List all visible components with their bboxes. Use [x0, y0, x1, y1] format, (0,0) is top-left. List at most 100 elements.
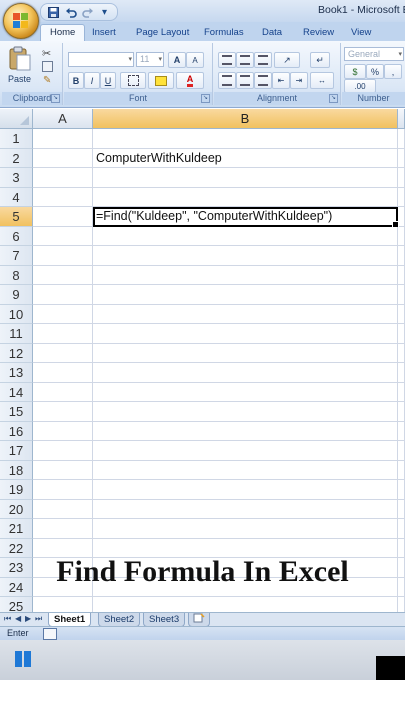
- row-header[interactable]: 7: [0, 246, 33, 266]
- grid-row[interactable]: 4: [0, 187, 405, 207]
- paste-button[interactable]: Paste: [6, 45, 34, 89]
- grid-row[interactable]: 19: [0, 480, 405, 500]
- grid-row[interactable]: 21: [0, 519, 405, 539]
- grid-row[interactable]: 10: [0, 304, 405, 324]
- cell-c15[interactable]: [398, 402, 405, 422]
- cell-c8[interactable]: [398, 265, 405, 285]
- select-all-corner[interactable]: [0, 109, 33, 129]
- cell-a18[interactable]: [33, 460, 93, 480]
- grid-row[interactable]: 8: [0, 265, 405, 285]
- customize-qat-icon[interactable]: ▾: [98, 6, 111, 19]
- italic-button[interactable]: I: [84, 72, 100, 89]
- cell-a19[interactable]: [33, 480, 93, 500]
- cell-c3[interactable]: [398, 168, 405, 188]
- orientation-button[interactable]: ↗: [274, 52, 300, 68]
- sheet-tab-sheet2[interactable]: Sheet2: [98, 613, 141, 627]
- cell-c7[interactable]: [398, 246, 405, 266]
- row-header[interactable]: 10: [0, 304, 33, 324]
- cell-c11[interactable]: [398, 324, 405, 344]
- cell-b11[interactable]: [93, 324, 398, 344]
- row-header[interactable]: 8: [0, 265, 33, 285]
- cell-c17[interactable]: [398, 441, 405, 461]
- tab-view[interactable]: View: [351, 25, 371, 41]
- cell-b8[interactable]: [93, 265, 398, 285]
- cell-c1[interactable]: [398, 129, 405, 149]
- comma-button[interactable]: ,: [384, 64, 402, 79]
- underline-button[interactable]: U: [100, 72, 116, 89]
- worksheet-grid[interactable]: 1 2 ComputerWithKuldeep 3 4 5 =Find("Kuldeep",…: [0, 129, 405, 614]
- cell-b9[interactable]: [93, 285, 398, 305]
- grid-row[interactable]: 16: [0, 421, 405, 441]
- row-header[interactable]: 5: [0, 207, 33, 227]
- grid-row[interactable]: 17: [0, 441, 405, 461]
- tab-page-layout[interactable]: Page Layout: [136, 25, 189, 41]
- grid-row[interactable]: 6: [0, 226, 405, 246]
- row-header[interactable]: 4: [0, 187, 33, 207]
- row-header[interactable]: 3: [0, 168, 33, 188]
- clipboard-launcher-icon[interactable]: ↘: [51, 94, 60, 103]
- row-header[interactable]: 1: [0, 129, 33, 149]
- grid-row[interactable]: 1: [0, 129, 405, 149]
- column-header-b[interactable]: B: [93, 109, 398, 129]
- cell-a10[interactable]: [33, 304, 93, 324]
- row-header[interactable]: 16: [0, 421, 33, 441]
- cell-c2[interactable]: [398, 148, 405, 168]
- currency-button[interactable]: $: [344, 64, 366, 79]
- cell-a17[interactable]: [33, 441, 93, 461]
- cell-a12[interactable]: [33, 343, 93, 363]
- font-size-combo[interactable]: 11 ▾: [136, 52, 164, 67]
- cell-c14[interactable]: [398, 382, 405, 402]
- last-sheet-icon[interactable]: ⏭: [35, 614, 42, 624]
- align-bottom-button[interactable]: [254, 52, 272, 68]
- cell-b14[interactable]: [93, 382, 398, 402]
- save-icon[interactable]: [47, 6, 60, 19]
- cell-b15[interactable]: [93, 402, 398, 422]
- tab-formulas[interactable]: Formulas: [204, 25, 244, 41]
- cell-a21[interactable]: [33, 519, 93, 539]
- grid-row[interactable]: 15: [0, 402, 405, 422]
- alignment-launcher-icon[interactable]: ↘: [329, 94, 338, 103]
- cell-c20[interactable]: [398, 499, 405, 519]
- cell-b3[interactable]: [93, 168, 398, 188]
- cell-c4[interactable]: [398, 187, 405, 207]
- fill-color-button[interactable]: [148, 72, 174, 89]
- row-header[interactable]: 15: [0, 402, 33, 422]
- grid-row[interactable]: 2 ComputerWithKuldeep: [0, 148, 405, 168]
- grid-row[interactable]: 5 =Find("Kuldeep", "ComputerWithKuldeep"): [0, 207, 405, 228]
- align-right-button[interactable]: [254, 72, 272, 89]
- cell-c10[interactable]: [398, 304, 405, 324]
- tab-home[interactable]: Home: [40, 24, 86, 42]
- windows-start-icon[interactable]: [14, 650, 32, 668]
- font-name-combo[interactable]: ▾: [68, 52, 134, 67]
- cell-c19[interactable]: [398, 480, 405, 500]
- cell-a5[interactable]: [33, 207, 93, 227]
- tab-data[interactable]: Data: [262, 25, 282, 41]
- wrap-text-button[interactable]: ↵: [310, 52, 330, 68]
- font-launcher-icon[interactable]: ↘: [201, 94, 210, 103]
- grid-row[interactable]: 20: [0, 499, 405, 519]
- cell-c18[interactable]: [398, 460, 405, 480]
- grid-row[interactable]: 12: [0, 343, 405, 363]
- cell-b16[interactable]: [93, 421, 398, 441]
- tab-insert[interactable]: Insert: [92, 25, 116, 41]
- cell-a15[interactable]: [33, 402, 93, 422]
- cell-b21[interactable]: [93, 519, 398, 539]
- row-header[interactable]: 14: [0, 382, 33, 402]
- format-painter-icon[interactable]: ✎: [43, 75, 51, 86]
- grid-row[interactable]: 11: [0, 324, 405, 344]
- sheet-tab-sheet3[interactable]: Sheet3: [143, 613, 186, 627]
- cell-c16[interactable]: [398, 421, 405, 441]
- cell-a16[interactable]: [33, 421, 93, 441]
- prev-sheet-icon[interactable]: ◀: [15, 614, 21, 623]
- cell-b7[interactable]: [93, 246, 398, 266]
- cell-a2[interactable]: [33, 148, 93, 168]
- grow-font-button[interactable]: A: [168, 52, 186, 68]
- tab-review[interactable]: Review: [303, 25, 334, 41]
- row-header[interactable]: 13: [0, 363, 33, 383]
- number-format-combo[interactable]: General ▾: [344, 47, 404, 61]
- cell-c5[interactable]: [398, 207, 405, 227]
- cell-b18[interactable]: [93, 460, 398, 480]
- cell-b10[interactable]: [93, 304, 398, 324]
- grid-row[interactable]: 9: [0, 285, 405, 305]
- font-color-button[interactable]: A: [176, 72, 204, 89]
